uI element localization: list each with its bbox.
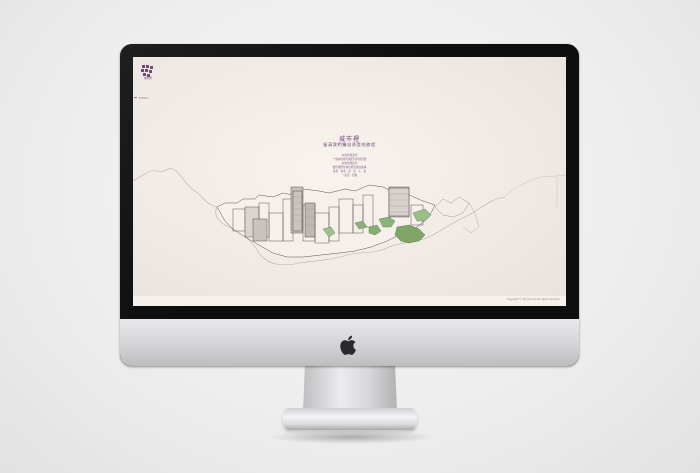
menu-button[interactable]: MENU (139, 96, 149, 100)
intro-text: 在城市裡漫步 一個城市裡有我們共同的回憶 在城市裡找尋 屬於我們在城市裡流連的故… (133, 154, 566, 179)
monitor-stand-neck (303, 366, 397, 412)
apple-logo-icon (340, 335, 356, 355)
copyright-text: Copyright © City Journey All rights rese… (506, 298, 560, 301)
footer-bar (133, 296, 566, 306)
monitor-stand-foot (283, 408, 417, 430)
brand-logo-text: 城市裡 (144, 77, 152, 80)
menu-icon[interactable] (134, 97, 137, 100)
city-illustration (133, 168, 566, 266)
intro-line: 一起走 · 回來 (341, 174, 358, 178)
page-subtitle: 留滿我們獨自承受的旅程 (323, 142, 376, 147)
monitor-shadow (268, 430, 434, 444)
screen: 城市裡 MENU 城市裡 留滿我們獨自承受的旅程 在城市裡漫步 一個城市裡有我們… (133, 57, 566, 306)
